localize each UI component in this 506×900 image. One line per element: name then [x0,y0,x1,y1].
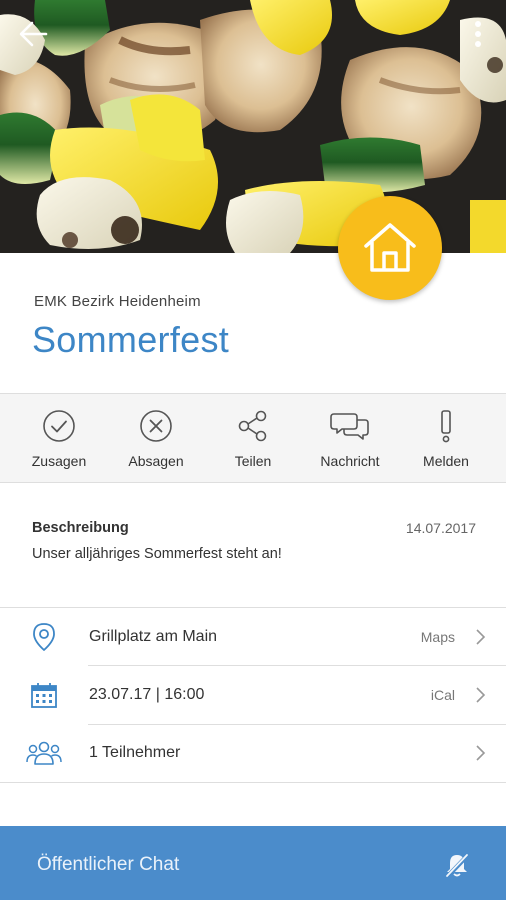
chat-label: Öffentlicher Chat [37,854,180,875]
date-row[interactable]: 23.07.17 | 16:00 iCal [0,666,506,724]
share-button[interactable]: Teilen [205,394,301,482]
report-button[interactable]: Melden [398,394,494,482]
ical-link[interactable]: iCal [431,687,455,703]
more-options-button[interactable] [464,10,492,58]
date-text: 23.07.17 | 16:00 [89,686,205,703]
action-bar: Zusagen Absagen Teilen Nachricht Melden [0,393,506,483]
description-date: 14.07.2017 [405,520,476,536]
check-circle-icon [43,410,75,442]
public-chat-bar[interactable]: Öffentlicher Chat [0,826,506,900]
share-label: Teilen [234,453,272,469]
location-row[interactable]: Grillplatz am Main Maps [0,608,506,666]
chevron-right-icon [476,687,486,703]
exclamation-icon [441,410,451,443]
description-heading: Beschreibung [32,520,129,536]
organizer-name: EMK Bezirk Heidenheim [34,293,201,310]
home-icon [364,223,416,272]
chat-bubbles-icon [330,413,369,440]
share-icon [238,410,267,442]
participants-row[interactable]: 1 Teilnehmer [0,724,506,782]
description-section: Beschreibung 14.07.2017 Unser alljährige… [0,483,506,607]
home-badge-button[interactable] [338,196,442,300]
bell-off-icon[interactable] [444,852,470,878]
message-label: Nachricht [320,453,380,469]
location-text: Grillplatz am Main [89,628,218,645]
participants-text: 1 Teilnehmer [89,744,181,761]
message-button[interactable]: Nachricht [302,394,398,482]
report-label: Melden [423,453,469,469]
calendar-icon [31,683,57,708]
arrow-left-icon [19,21,48,47]
maps-link[interactable]: Maps [421,629,455,645]
decline-label: Absagen [128,453,184,469]
more-vertical-icon [475,21,481,47]
chevron-right-icon [476,629,486,645]
accept-button[interactable]: Zusagen [11,394,107,482]
accept-label: Zusagen [31,453,87,469]
back-button[interactable] [10,10,58,58]
map-pin-icon [33,623,55,651]
info-list: Grillplatz am Main Maps 23.07.17 | 16:00… [0,607,506,783]
event-title: Sommerfest [32,319,230,360]
list-bottom-divider [0,782,506,783]
decline-button[interactable]: Absagen [108,394,204,482]
description-text: Unser alljähriges Sommerfest steht an! [32,546,282,562]
participants-icon [26,741,62,765]
x-circle-icon [140,410,172,442]
chevron-right-icon [476,745,486,761]
